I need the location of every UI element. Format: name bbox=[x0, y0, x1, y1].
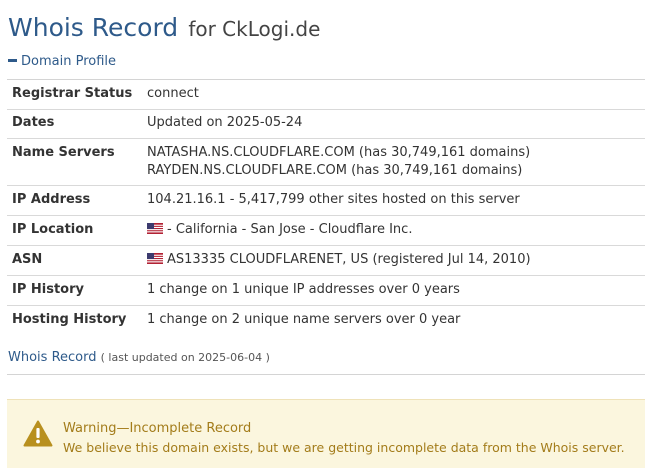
table-row: ASN AS13335 CLOUDFLARENET, US (registere… bbox=[7, 246, 645, 276]
whois-record-heading: Whois Record ( last updated on 2025-06-0… bbox=[8, 350, 270, 365]
table-row: IP Location - California - San Jose - Cl… bbox=[7, 216, 645, 246]
row-value: AS13335 CLOUDFLARENET, US (registered Ju… bbox=[147, 251, 531, 269]
row-label: ASN bbox=[12, 252, 43, 267]
table-row: IP Address 104.21.16.1 - 5,417,799 other… bbox=[7, 186, 645, 216]
table-row: Hosting History 1 change on 2 unique nam… bbox=[7, 306, 645, 335]
warning-alert: Warning—Incomplete Record We believe thi… bbox=[7, 399, 645, 468]
row-value: - California - San Jose - Cloudflare Inc… bbox=[147, 221, 412, 239]
row-label: Hosting History bbox=[12, 312, 127, 327]
name-server-primary[interactable]: NATASHA.NS.CLOUDFLARE.COM (has 30,749,16… bbox=[147, 144, 530, 162]
table-row: Registrar Status connect bbox=[7, 80, 645, 110]
row-label: Registrar Status bbox=[12, 86, 133, 101]
page-title-domain: for CkLogi.de bbox=[188, 17, 321, 41]
table-row: Name Servers NATASHA.NS.CLOUDFLARE.COM (… bbox=[7, 139, 645, 186]
ip-address-value[interactable]: 104.21.16.1 - 5,417,799 other sites host… bbox=[147, 191, 520, 209]
whois-record-toggle[interactable]: Whois Record bbox=[8, 350, 96, 365]
domain-profile-label: Domain Profile bbox=[21, 54, 116, 69]
row-value: connect bbox=[147, 86, 199, 101]
row-value: Updated on 2025-05-24 bbox=[147, 115, 303, 130]
us-flag-icon bbox=[147, 223, 163, 234]
row-label: Name Servers bbox=[12, 145, 115, 160]
asn-text: AS13335 CLOUDFLARENET, US (registered Ju… bbox=[167, 252, 531, 267]
hosting-history-value[interactable]: 1 change on 2 unique name servers over 0… bbox=[147, 311, 460, 329]
ip-location-text: - California - San Jose - Cloudflare Inc… bbox=[167, 222, 413, 237]
last-updated-text: ( last updated on 2025-06-04 ) bbox=[100, 351, 270, 364]
table-row: IP History 1 change on 1 unique IP addre… bbox=[7, 276, 645, 306]
ip-history-value[interactable]: 1 change on 1 unique IP addresses over 0… bbox=[147, 281, 460, 299]
section-divider bbox=[7, 374, 645, 375]
warning-triangle-icon bbox=[23, 420, 53, 451]
page-title-main: Whois Record bbox=[8, 13, 179, 42]
row-label: IP Location bbox=[12, 222, 94, 237]
table-row: Dates Updated on 2025-05-24 bbox=[7, 110, 645, 139]
warning-title: Warning—Incomplete Record bbox=[63, 421, 252, 436]
page-title: Whois Record for CkLogi.de bbox=[8, 6, 320, 44]
minus-icon bbox=[8, 59, 17, 62]
row-label: IP History bbox=[12, 282, 84, 297]
row-label: Dates bbox=[12, 115, 55, 130]
us-flag-icon bbox=[147, 253, 163, 264]
row-label: IP Address bbox=[12, 192, 91, 207]
name-server-secondary[interactable]: RAYDEN.NS.CLOUDFLARE.COM (has 30,749,161… bbox=[147, 162, 522, 180]
warning-message: We believe this domain exists, but we ar… bbox=[63, 440, 625, 455]
domain-profile-toggle[interactable]: Domain Profile bbox=[8, 54, 116, 69]
